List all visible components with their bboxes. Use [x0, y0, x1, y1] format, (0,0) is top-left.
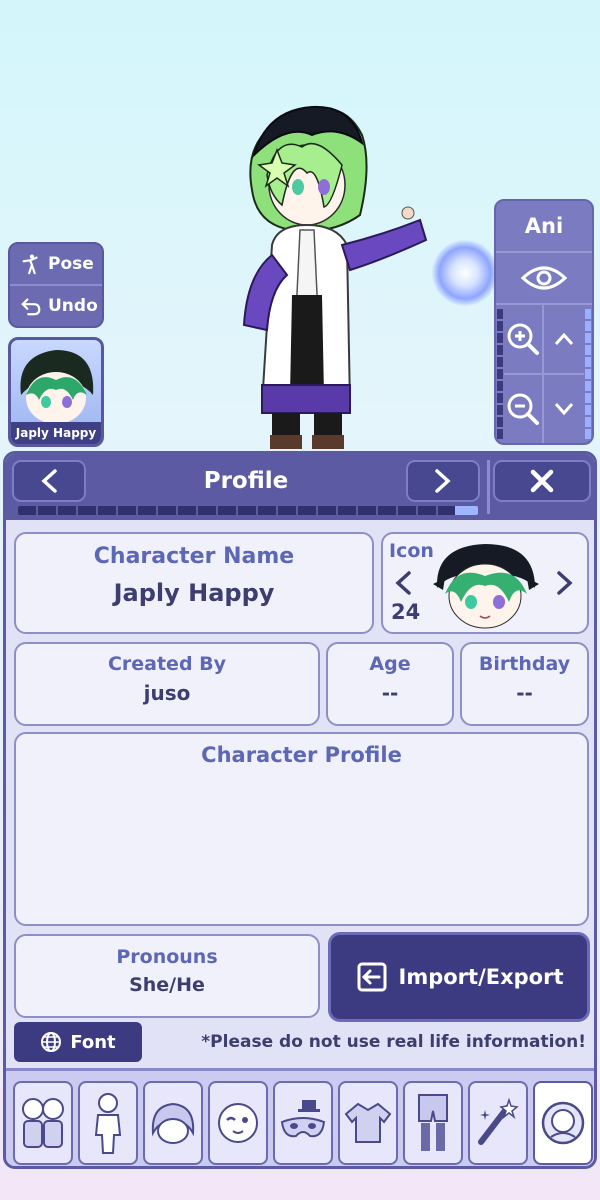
panel-header: Profile	[6, 454, 594, 520]
page-progress-bar	[18, 506, 478, 515]
prev-page-button[interactable]	[12, 460, 86, 502]
pants-icon	[418, 1094, 448, 1151]
magic-wand-icon	[478, 1097, 519, 1145]
tab-profile[interactable]	[533, 1081, 593, 1165]
zoom-pan-grid	[496, 305, 592, 443]
character-thumb-name: Japly Happy	[11, 422, 101, 444]
birthday-value: --	[516, 681, 533, 705]
close-button[interactable]	[493, 460, 591, 502]
age-label: Age	[369, 653, 411, 675]
next-page-button[interactable]	[406, 460, 480, 502]
icon-selector: Icon 24	[381, 532, 589, 634]
eye-icon	[520, 266, 568, 290]
pose-label: Pose	[48, 254, 94, 274]
birthday-field[interactable]: Birthday --	[460, 642, 589, 726]
visibility-button[interactable]	[496, 253, 592, 305]
page-progress-fill	[455, 506, 478, 515]
mask-hat-icon	[280, 1100, 326, 1138]
profile-panel: Profile Character Name Japly Happy Icon	[3, 451, 597, 1169]
tab-top[interactable]	[338, 1081, 398, 1165]
character-profile-label: Character Profile	[201, 743, 402, 767]
duo-chibi-icon	[22, 1098, 64, 1148]
tab-hair[interactable]	[143, 1081, 203, 1165]
body-silhouette-icon	[94, 1093, 122, 1154]
character-name-label: Character Name	[93, 544, 295, 569]
hair-icon	[151, 1102, 195, 1144]
pose-button[interactable]: Pose	[10, 244, 102, 284]
shirt-icon	[344, 1102, 392, 1143]
face-wink-icon	[218, 1103, 258, 1143]
pronouns-label: Pronouns	[116, 946, 218, 968]
glow-orb	[432, 240, 498, 306]
tab-props[interactable]	[468, 1081, 528, 1165]
undo-label: Undo	[48, 296, 98, 316]
camera-panel: Ani	[494, 199, 594, 445]
tab-body[interactable]	[78, 1081, 138, 1165]
undo-icon	[21, 298, 41, 316]
character-icon-face	[433, 544, 539, 629]
zoom-in-button[interactable]	[504, 305, 544, 375]
chevron-right-icon	[557, 571, 573, 595]
pronouns-field[interactable]: Pronouns She/He	[14, 934, 320, 1018]
age-value: --	[381, 681, 399, 705]
character-name-field[interactable]: Character Name Japly Happy	[14, 532, 374, 634]
ani-button[interactable]: Ani	[496, 201, 592, 253]
scene: Pose Undo Japly Happy Ani	[0, 0, 600, 455]
page-title: Profile	[203, 468, 289, 494]
age-field[interactable]: Age --	[326, 642, 454, 726]
undo-button[interactable]: Undo	[10, 284, 102, 326]
font-label: Font	[70, 1031, 116, 1053]
character-slot-button[interactable]: Japly Happy	[8, 337, 104, 447]
privacy-note: *Please do not use real life information…	[201, 1032, 586, 1052]
pan-up-button[interactable]	[544, 305, 584, 375]
pan-down-button[interactable]	[544, 375, 584, 443]
chevron-down-icon	[554, 403, 574, 416]
birthday-label: Birthday	[478, 653, 571, 675]
zoom-in-icon	[507, 323, 539, 355]
header-divider	[487, 460, 490, 514]
globe-icon	[41, 1032, 62, 1052]
character-profile-field[interactable]: Character Profile	[14, 732, 589, 926]
chevron-left-icon	[395, 571, 411, 595]
character-sprite[interactable]	[232, 95, 432, 455]
chevron-right-icon	[435, 469, 451, 493]
created-by-label: Created By	[107, 653, 227, 675]
icon-prev-button[interactable]	[393, 570, 413, 600]
zoom-out-button[interactable]	[504, 375, 544, 443]
import-export-label: Import/Export	[398, 965, 564, 989]
chevron-up-icon	[554, 332, 574, 345]
created-by-value: juso	[143, 681, 191, 705]
import-icon	[357, 962, 387, 992]
tab-face[interactable]	[208, 1081, 268, 1165]
character-head-icon	[20, 350, 94, 424]
import-export-button[interactable]: Import/Export	[328, 932, 590, 1022]
icon-number: 24	[391, 600, 421, 624]
close-icon	[530, 469, 554, 493]
pronouns-value: She/He	[129, 974, 205, 996]
pose-undo-group: Pose Undo	[8, 242, 104, 328]
zoom-out-icon	[507, 393, 539, 425]
tab-accessories[interactable]	[273, 1081, 333, 1165]
tab-characters[interactable]	[13, 1081, 73, 1165]
character-name-value: Japly Happy	[113, 579, 275, 607]
tab-bottom[interactable]	[403, 1081, 463, 1165]
pose-icon	[22, 254, 38, 275]
profile-face-icon	[541, 1101, 585, 1145]
chevron-left-icon	[41, 469, 57, 493]
category-tab-bar	[6, 1068, 594, 1166]
icon-next-button[interactable]	[555, 570, 575, 600]
font-button[interactable]: Font	[14, 1022, 142, 1062]
created-by-field[interactable]: Created By juso	[14, 642, 320, 726]
